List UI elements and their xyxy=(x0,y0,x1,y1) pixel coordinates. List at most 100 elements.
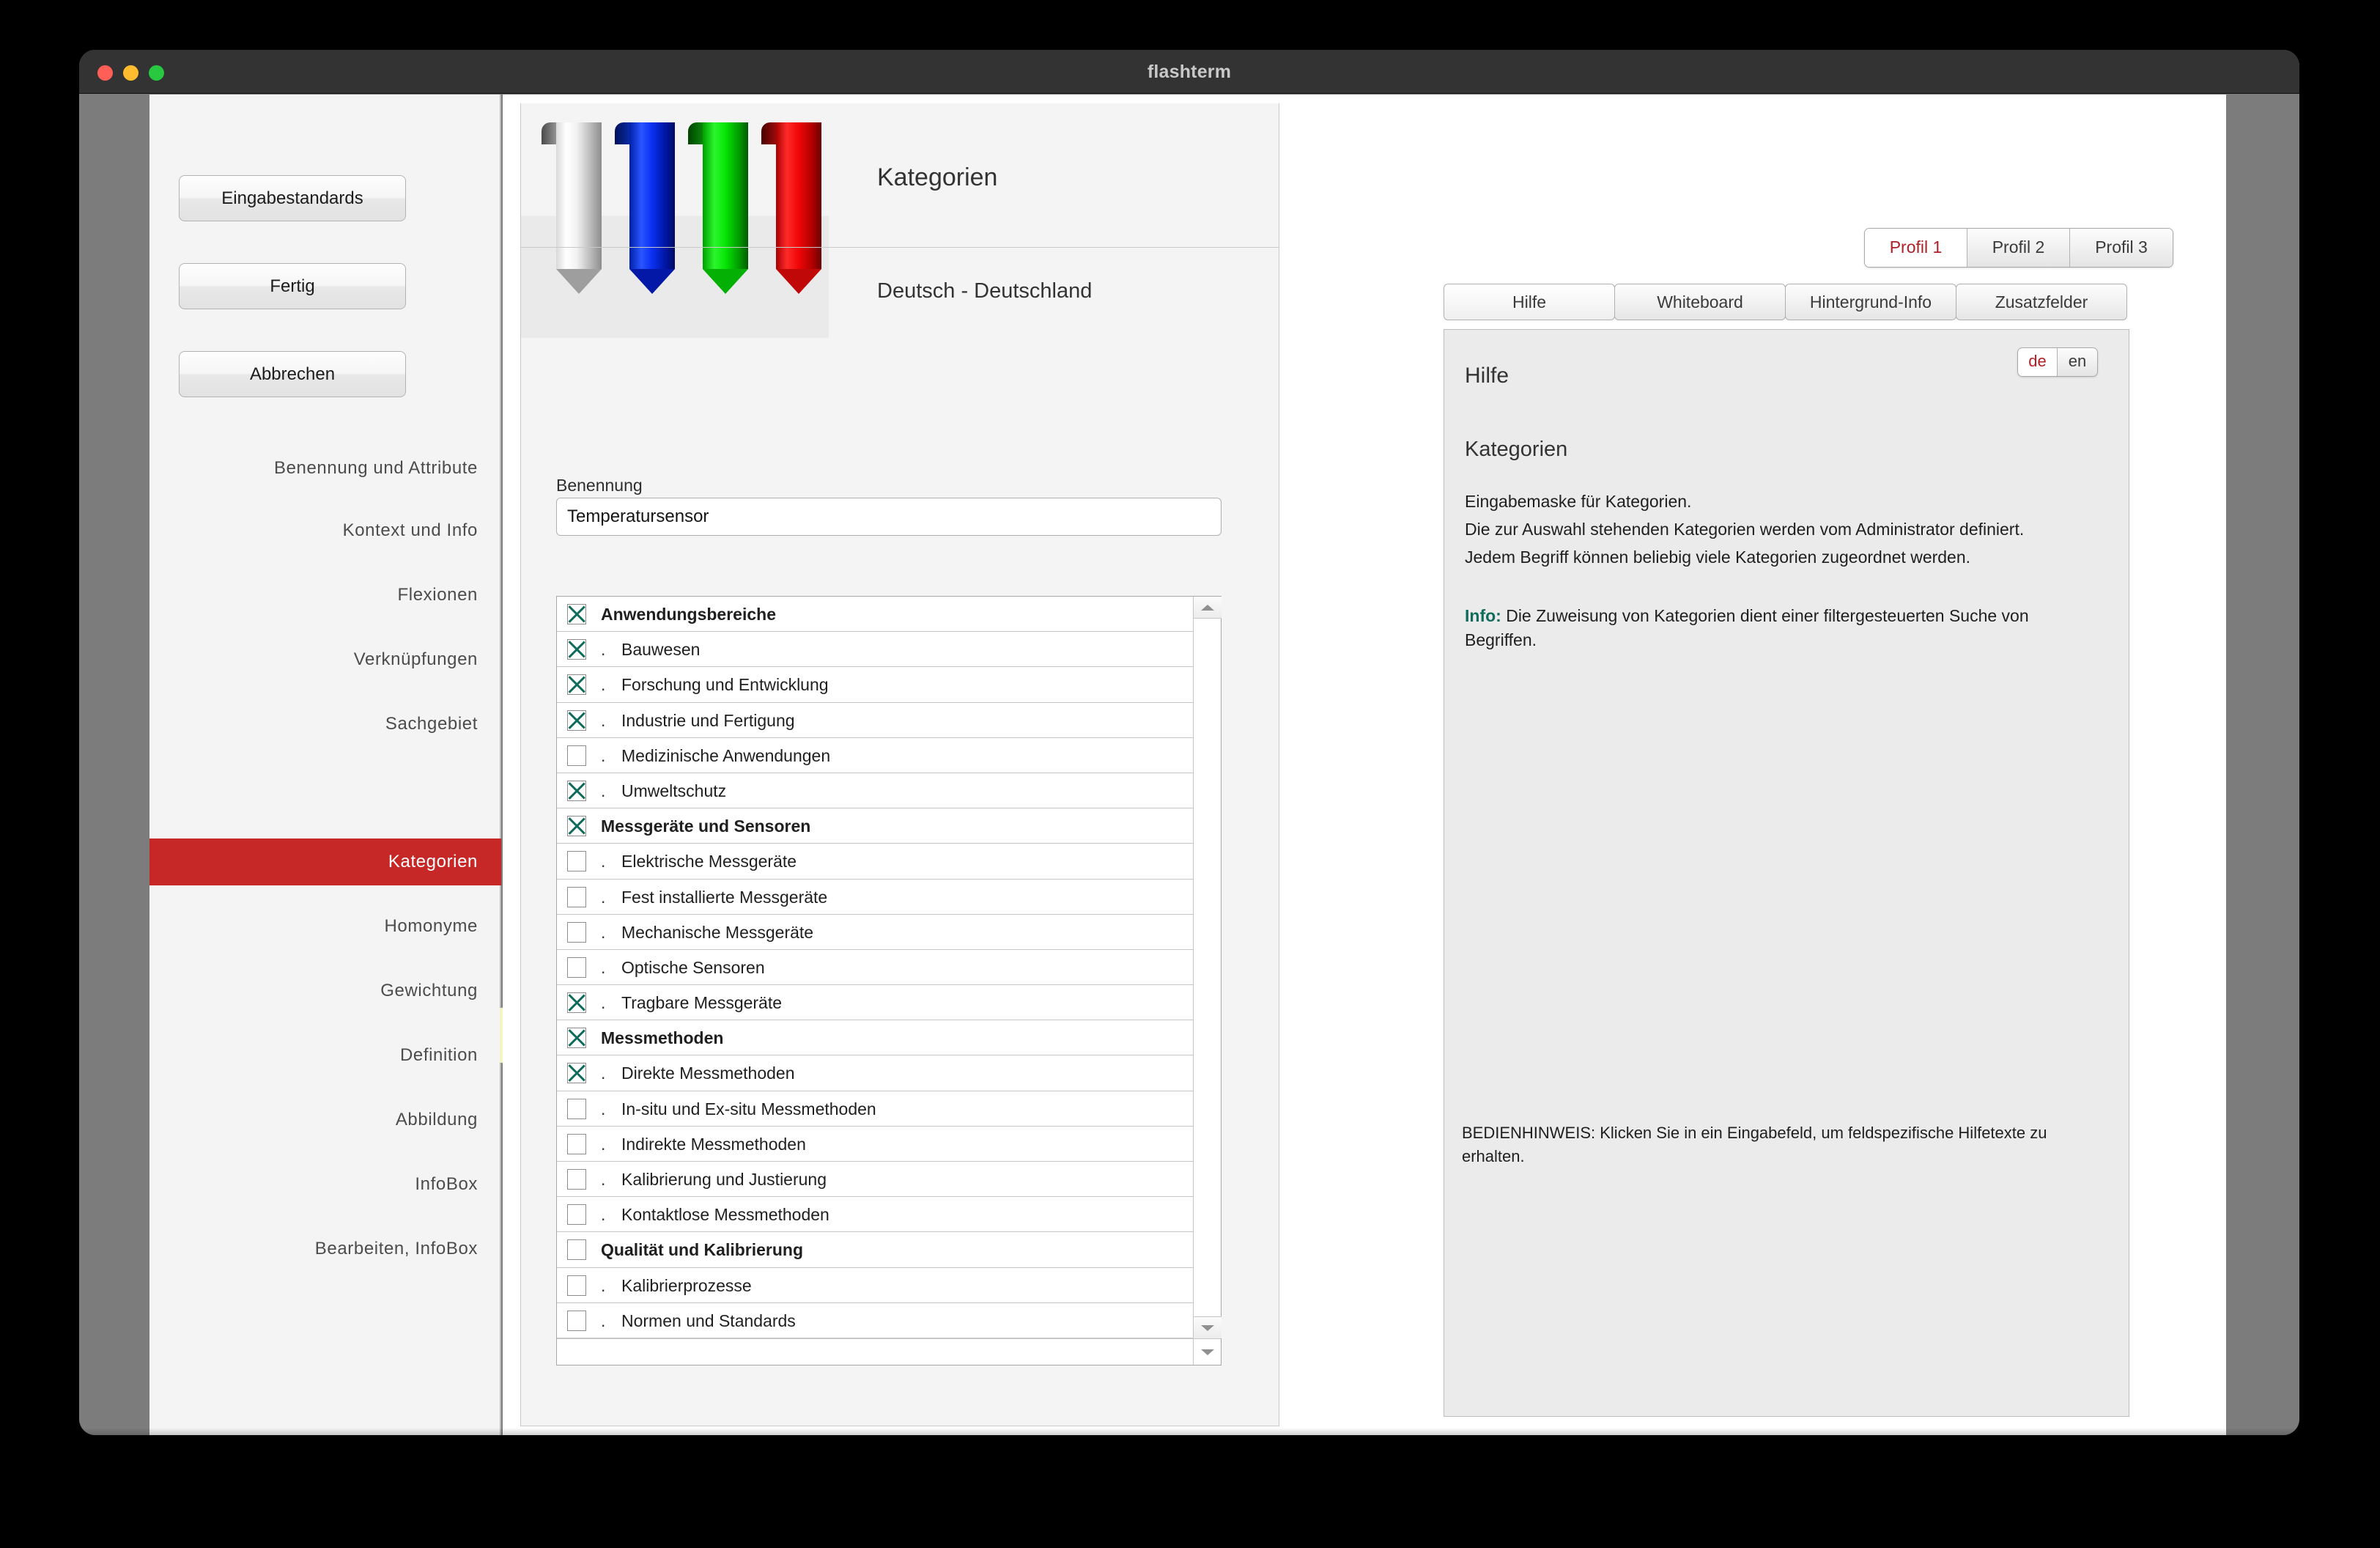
checkbox-unchecked-icon[interactable] xyxy=(567,851,586,872)
checkbox-unchecked-icon[interactable] xyxy=(567,745,586,766)
category-label: Elektrische Messgeräte xyxy=(621,852,797,871)
sidebar-item-flexionen[interactable]: Flexionen xyxy=(149,572,501,619)
ribbon-green-icon xyxy=(688,122,748,294)
category-row[interactable]: . Industrie und Fertigung xyxy=(557,702,1193,738)
sidebar-item-bearbeiten-infobox[interactable]: Bearbeiten, InfoBox xyxy=(149,1226,501,1272)
tab-hintergrund-info[interactable]: Hintergrund-Info xyxy=(1785,284,1956,320)
checkbox-unchecked-icon[interactable] xyxy=(567,886,586,907)
category-bullet: . xyxy=(601,1064,606,1083)
scroll-down-arrow-icon[interactable] xyxy=(1194,1316,1222,1338)
category-row[interactable]: . Bauwesen xyxy=(557,632,1193,668)
sidebar-item-definition[interactable]: Definition xyxy=(149,1032,501,1079)
scroll-up-arrow-icon[interactable] xyxy=(1194,597,1222,619)
category-row[interactable]: . Kalibrierprozesse xyxy=(557,1267,1193,1303)
category-label: Kalibrierprozesse xyxy=(621,1275,752,1295)
category-row[interactable]: Anwendungsbereiche xyxy=(557,597,1193,633)
tab-profil-1[interactable]: Profil 1 xyxy=(1865,229,1967,267)
category-row[interactable]: Messmethoden xyxy=(557,1020,1193,1056)
checkbox-checked-icon[interactable] xyxy=(567,992,586,1014)
category-row[interactable]: . Indirekte Messmethoden xyxy=(557,1126,1193,1162)
checkbox-checked-icon[interactable] xyxy=(567,710,586,731)
help-operating-note: BEDIENHINWEIS: Klicken Sie in ein Eingab… xyxy=(1462,1124,2047,1165)
checkbox-unchecked-icon[interactable] xyxy=(567,1133,586,1154)
language-label: Deutsch - Deutschland xyxy=(877,279,1093,303)
sidebar-item-kontext-und-info[interactable]: Kontext und Info xyxy=(149,507,501,554)
checkbox-checked-icon[interactable] xyxy=(567,604,586,624)
help-info-text: Die Zuweisung von Kategorien dient einer… xyxy=(1465,606,2029,649)
category-row[interactable]: . Kontaktlose Messmethoden xyxy=(557,1197,1193,1233)
application-body: Eingabestandards Fertig Abbrechen Benenn… xyxy=(79,95,2299,1435)
sidebar-item-benennung-und-attribute[interactable]: Benennung und Attribute xyxy=(149,445,501,492)
category-label: Bauwesen xyxy=(621,640,701,660)
category-row[interactable]: . Kalibrierung und Justierung xyxy=(557,1162,1193,1198)
checkbox-unchecked-icon[interactable] xyxy=(567,921,586,943)
checkbox-unchecked-icon[interactable] xyxy=(567,1169,586,1190)
ribbon-silver-icon xyxy=(542,122,602,294)
category-row[interactable]: . Medizinische Anwendungen xyxy=(557,737,1193,773)
category-row[interactable]: . Umweltschutz xyxy=(557,773,1193,809)
checkbox-checked-icon[interactable] xyxy=(567,1063,586,1084)
checkbox-checked-icon[interactable] xyxy=(567,780,586,801)
checkbox-checked-icon[interactable] xyxy=(567,1028,586,1049)
fertig-button[interactable]: Fertig xyxy=(179,263,406,309)
category-bullet: . xyxy=(601,1170,606,1189)
category-label: Anwendungsbereiche xyxy=(601,605,776,624)
categories-vertical-scrollbar[interactable] xyxy=(1193,597,1222,1338)
tab-whiteboard[interactable]: Whiteboard xyxy=(1614,284,1786,320)
benennung-input[interactable]: Temperatursensor xyxy=(556,498,1222,536)
category-row[interactable]: . Tragbare Messgeräte xyxy=(557,985,1193,1021)
category-row[interactable]: . Elektrische Messgeräte xyxy=(557,844,1193,880)
application-window: flashterm Eingabestandards Fertig Abbrec… xyxy=(79,50,2299,1435)
help-panel-title: Hilfe xyxy=(1465,364,1509,388)
right-panel: Profil 1 Profil 2 Profil 3 Hilfe Whitebo… xyxy=(1441,95,2226,1435)
sidebar-item-kategorien[interactable]: Kategorien xyxy=(149,838,501,885)
sidebar-item-abbildung[interactable]: Abbildung xyxy=(149,1096,501,1143)
tab-profil-2[interactable]: Profil 2 xyxy=(1967,229,2070,267)
category-row[interactable]: . Forschung und Entwicklung xyxy=(557,667,1193,703)
checkbox-unchecked-icon[interactable] xyxy=(567,1098,586,1119)
tab-profil-3[interactable]: Profil 3 xyxy=(2070,229,2173,267)
checkbox-unchecked-icon[interactable] xyxy=(567,1275,586,1296)
window-bottom-shadow xyxy=(79,1428,2299,1435)
window-titlebar: flashterm xyxy=(79,50,2299,94)
checkbox-checked-icon[interactable] xyxy=(567,639,586,660)
category-bullet: . xyxy=(601,1099,606,1118)
category-row[interactable]: . Optische Sensoren xyxy=(557,949,1193,986)
checkbox-unchecked-icon[interactable] xyxy=(567,1239,586,1261)
category-row[interactable]: . Normen und Standards xyxy=(557,1302,1193,1338)
sidebar-item-sachgebiet[interactable]: Sachgebiet xyxy=(149,701,501,748)
lang-toggle-en[interactable]: en xyxy=(2058,348,2097,376)
ribbon-red-icon xyxy=(761,122,821,294)
category-label: Umweltschutz xyxy=(621,781,727,800)
category-row[interactable]: . Direkte Messmethoden xyxy=(557,1055,1193,1091)
page-title: Kategorien xyxy=(877,163,998,191)
sidebar-item-gewichtung[interactable]: Gewichtung xyxy=(149,968,501,1014)
category-label: In-situ und Ex-situ Messmethoden xyxy=(621,1099,876,1118)
tab-hilfe[interactable]: Hilfe xyxy=(1444,284,1615,320)
checkbox-checked-icon[interactable] xyxy=(567,816,586,837)
checkbox-checked-icon[interactable] xyxy=(567,674,586,696)
eingabestandards-button[interactable]: Eingabestandards xyxy=(179,175,406,221)
category-row[interactable]: . Fest installierte Messgeräte xyxy=(557,879,1193,915)
checkbox-unchecked-icon[interactable] xyxy=(567,1310,586,1331)
tab-zusatzfelder[interactable]: Zusatzfelder xyxy=(1956,284,2127,320)
sidebar-item-infobox[interactable]: InfoBox xyxy=(149,1161,501,1208)
category-row[interactable]: . Mechanische Messgeräte xyxy=(557,914,1193,950)
category-row[interactable]: . In-situ und Ex-situ Messmethoden xyxy=(557,1091,1193,1127)
lang-toggle-de[interactable]: de xyxy=(2018,348,2058,376)
ribbon-blue-icon xyxy=(615,122,675,294)
category-bullet: . xyxy=(601,745,606,765)
scroll-corner-arrow-icon[interactable] xyxy=(1193,1339,1221,1365)
abbrechen-button[interactable]: Abbrechen xyxy=(179,351,406,397)
category-row[interactable]: Messgeräte und Sensoren xyxy=(557,808,1193,844)
category-label: Kalibrierung und Justierung xyxy=(621,1170,827,1189)
sidebar-item-homonyme[interactable]: Homonyme xyxy=(149,903,501,950)
sidebar-item-verknuepfungen[interactable]: Verknüpfungen xyxy=(149,636,501,683)
category-row[interactable]: Qualität und Kalibrierung xyxy=(557,1232,1193,1268)
checkbox-unchecked-icon[interactable] xyxy=(567,957,586,978)
categories-horizontal-scrollbar[interactable] xyxy=(557,1338,1221,1365)
help-heading: Kategorien xyxy=(1465,438,1568,461)
category-label: Tragbare Messgeräte xyxy=(621,993,783,1013)
checkbox-unchecked-icon[interactable] xyxy=(567,1204,586,1226)
ribbon-logo xyxy=(521,103,829,338)
